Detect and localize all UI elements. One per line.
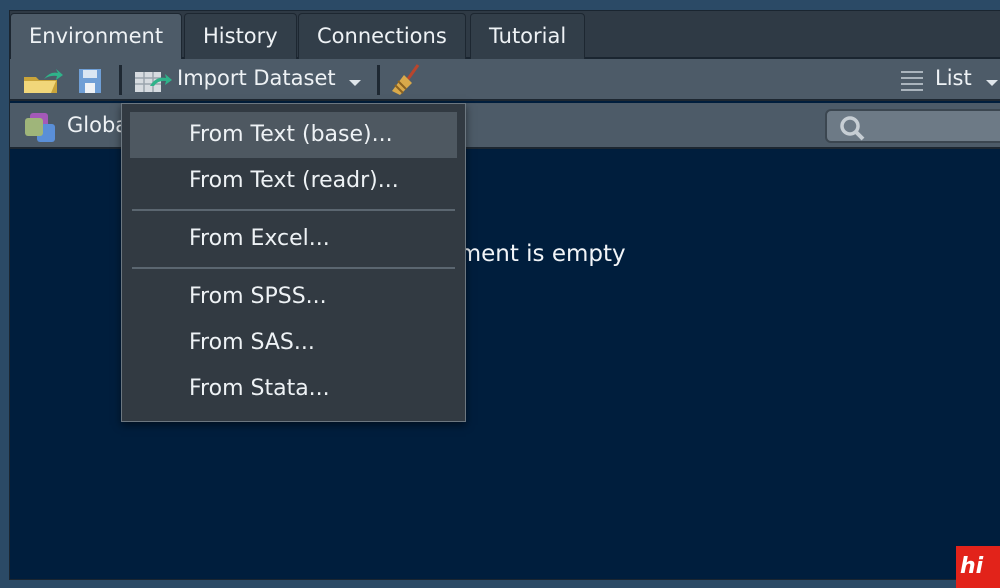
search-input[interactable] bbox=[825, 109, 1000, 143]
menu-divider bbox=[132, 209, 455, 211]
tab-environment[interactable]: Environment bbox=[10, 13, 183, 61]
tab-history[interactable]: History bbox=[184, 13, 297, 59]
import-table-icon bbox=[135, 72, 172, 92]
open-folder-icon[interactable] bbox=[22, 67, 64, 95]
tab-bar: Environment History Connections Tutorial bbox=[10, 11, 1000, 61]
tab-tutorial[interactable]: Tutorial bbox=[470, 13, 586, 59]
save-icon[interactable] bbox=[78, 68, 102, 94]
menu-item-sas[interactable]: From SAS... bbox=[130, 320, 457, 366]
watermark-logo: hi bbox=[956, 546, 1000, 588]
search-icon bbox=[840, 116, 865, 141]
menu-item-text-readr[interactable]: From Text (readr)... bbox=[130, 158, 457, 204]
environment-icon bbox=[25, 113, 55, 142]
menu-divider bbox=[132, 267, 455, 269]
view-mode-chevron-icon[interactable] bbox=[986, 80, 998, 86]
toolbar: Import Dataset List bbox=[10, 59, 1000, 101]
menu-item-spss[interactable]: From SPSS... bbox=[130, 274, 457, 320]
import-dataset-menu: From Text (base)... From Text (readr)...… bbox=[121, 103, 466, 422]
tab-connections[interactable]: Connections bbox=[298, 13, 466, 59]
list-view-icon[interactable] bbox=[900, 69, 924, 91]
broom-clear-icon[interactable] bbox=[390, 63, 424, 97]
menu-item-stata[interactable]: From Stata... bbox=[130, 366, 457, 412]
menu-item-excel[interactable]: From Excel... bbox=[130, 216, 457, 262]
view-mode-dropdown[interactable]: List bbox=[935, 66, 972, 90]
menu-item-text-base[interactable]: From Text (base)... bbox=[130, 112, 457, 158]
import-dataset-button[interactable]: Import Dataset bbox=[177, 66, 336, 90]
chevron-down-icon[interactable] bbox=[349, 80, 361, 86]
